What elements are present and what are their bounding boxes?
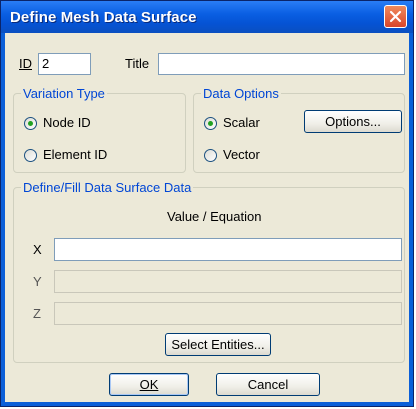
node-id-radio[interactable] <box>24 117 37 130</box>
close-icon <box>389 10 402 23</box>
window-title: Define Mesh Data Surface <box>10 9 197 26</box>
scalar-label[interactable]: Scalar <box>223 115 260 130</box>
title-input[interactable] <box>158 53 405 75</box>
value-equation-header: Value / Equation <box>167 209 262 224</box>
variation-type-group: Variation Type Node ID Element ID <box>13 86 186 173</box>
cancel-button[interactable]: Cancel <box>216 373 320 396</box>
y-label: Y <box>33 274 42 289</box>
data-options-title: Data Options <box>201 86 281 101</box>
title-label: Title <box>125 56 150 71</box>
x-label: X <box>33 242 42 257</box>
y-value-input[interactable] <box>54 270 402 293</box>
scalar-radio[interactable] <box>204 117 217 130</box>
data-options-group: Data Options Scalar Vector Options... <box>193 86 405 173</box>
z-label: Z <box>33 306 41 321</box>
define-fill-title: Define/Fill Data Surface Data <box>21 180 194 195</box>
node-id-label[interactable]: Node ID <box>43 115 91 130</box>
dialog-window: Define Mesh Data Surface ID 2 Title Vari… <box>0 0 414 407</box>
id-label: ID <box>19 56 32 71</box>
close-button[interactable] <box>384 5 407 28</box>
x-value-input[interactable] <box>54 238 402 261</box>
define-fill-group: Define/Fill Data Surface Data Value / Eq… <box>13 180 405 363</box>
element-id-radio[interactable] <box>24 149 37 162</box>
vector-radio[interactable] <box>204 149 217 162</box>
z-value-input[interactable] <box>54 302 402 325</box>
vector-label[interactable]: Vector <box>223 147 260 162</box>
ok-button[interactable]: OK <box>109 373 189 396</box>
variation-type-title: Variation Type <box>21 86 107 101</box>
id-input[interactable]: 2 <box>38 53 91 75</box>
select-entities-button[interactable]: Select Entities... <box>165 333 271 356</box>
element-id-label[interactable]: Element ID <box>43 147 107 162</box>
dialog-body: ID 2 Title Variation Type Node ID Elemen… <box>5 33 409 402</box>
options-button[interactable]: Options... <box>304 110 402 133</box>
title-bar[interactable]: Define Mesh Data Surface <box>1 1 413 33</box>
